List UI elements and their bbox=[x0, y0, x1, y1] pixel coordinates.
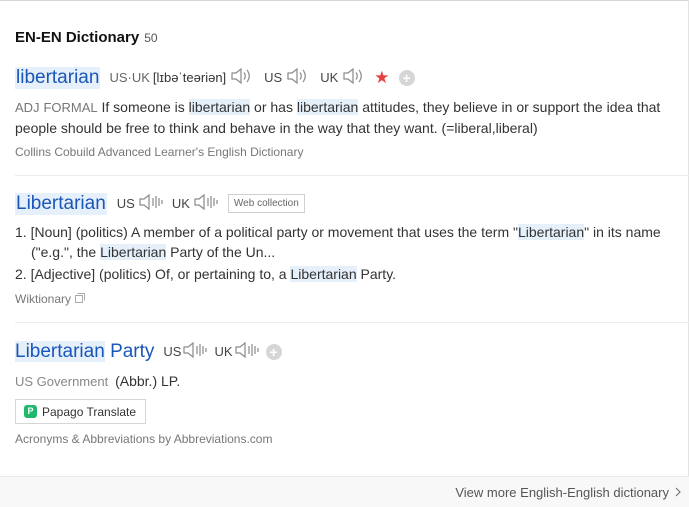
top-border bbox=[0, 0, 689, 1]
def-highlight: libertarian bbox=[188, 99, 251, 115]
view-more-link[interactable]: View more English-English dictionary bbox=[455, 485, 681, 500]
result-count: 50 bbox=[144, 31, 158, 45]
papago-translate-button[interactable]: P Papago Translate bbox=[15, 399, 147, 424]
def-highlight: Libertarian bbox=[100, 244, 167, 260]
papago-label: Papago Translate bbox=[42, 404, 137, 419]
plus-icon[interactable]: + bbox=[265, 343, 282, 360]
speaker-icon[interactable] bbox=[286, 66, 310, 89]
speaker-icon[interactable] bbox=[230, 66, 254, 89]
entry2-definitions: 1. [Noun] (politics) A member of a polit… bbox=[15, 222, 675, 286]
entry3-headline: Libertarian Party US UK + bbox=[15, 340, 282, 363]
entry3-headword-rest: Party bbox=[110, 340, 155, 362]
entry1-pos: ADJ bbox=[15, 100, 40, 115]
entry3-definition: US Government (Abbr.) LP. bbox=[15, 371, 680, 392]
def-highlight: libertarian bbox=[296, 99, 359, 115]
entry3-source: Acronyms & Abbreviations by Abbreviation… bbox=[15, 432, 273, 446]
speaker-icon[interactable] bbox=[138, 192, 164, 215]
def-highlight: Libertarian bbox=[290, 266, 357, 282]
definition-item: 2. [Adjective] (politics) Of, or pertain… bbox=[15, 266, 397, 282]
divider bbox=[15, 322, 689, 323]
def-text: or has bbox=[250, 99, 297, 115]
divider bbox=[15, 175, 689, 176]
entry1-pron-label: US·UK bbox=[109, 70, 150, 85]
view-more-label: View more English-English dictionary bbox=[455, 485, 669, 500]
entry1-source: Collins Cobuild Advanced Learner's Engli… bbox=[15, 145, 304, 159]
entry3-def-text: (Abbr.) LP. bbox=[115, 373, 181, 389]
entry3-uk-label: UK bbox=[214, 344, 233, 359]
footer: View more English-English dictionary bbox=[0, 476, 689, 507]
entry1-register: FORMAL bbox=[43, 100, 98, 115]
entry2-us-label: US bbox=[116, 196, 135, 211]
entry1-headword[interactable]: libertarian bbox=[15, 66, 101, 89]
entry3-headword[interactable]: Libertarian Party bbox=[15, 340, 155, 363]
def-text: If someone is bbox=[97, 99, 189, 115]
entry3-pos: US Government bbox=[15, 374, 109, 389]
def-highlight: Libertarian bbox=[517, 224, 585, 240]
definition-item: 1. [Noun] (politics) A member of a polit… bbox=[15, 224, 661, 260]
dictionary-header: EN-EN Dictionary 50 bbox=[15, 29, 158, 46]
entry2-headword[interactable]: Libertarian bbox=[15, 192, 107, 215]
entry2-source: Wiktionary bbox=[15, 292, 72, 306]
entry3-headword-hl: Libertarian bbox=[15, 340, 105, 362]
entry1-phonetic: [lɪbəˈteəriən] bbox=[152, 70, 227, 85]
entry3-us-label: US bbox=[163, 344, 182, 359]
chevron-right-icon bbox=[675, 485, 681, 500]
entry1-us-label: US bbox=[264, 70, 283, 85]
entry2-source-row: Wiktionary bbox=[15, 292, 86, 306]
plus-icon[interactable]: + bbox=[398, 69, 415, 86]
entry1-uk-label: UK bbox=[320, 70, 339, 85]
speaker-icon[interactable] bbox=[193, 192, 219, 215]
web-collection-button[interactable]: Web collection bbox=[227, 194, 305, 213]
entry1-definition: ADJ FORMAL If someone is libertarian or … bbox=[15, 97, 680, 139]
star-icon[interactable]: ★ bbox=[374, 68, 389, 88]
entry1-headline: libertarian US·UK [lɪbəˈteəriən] US UK ★… bbox=[15, 66, 415, 89]
dictionary-title: EN-EN Dictionary bbox=[15, 29, 140, 46]
speaker-icon[interactable] bbox=[342, 66, 366, 89]
speaker-icon[interactable] bbox=[182, 340, 208, 363]
entry2-uk-label: UK bbox=[171, 196, 190, 211]
copy-icon[interactable] bbox=[75, 292, 86, 306]
speaker-icon[interactable] bbox=[234, 340, 260, 363]
papago-icon: P bbox=[24, 405, 37, 418]
entry2-headline: Libertarian US UK Web collection bbox=[15, 192, 305, 215]
